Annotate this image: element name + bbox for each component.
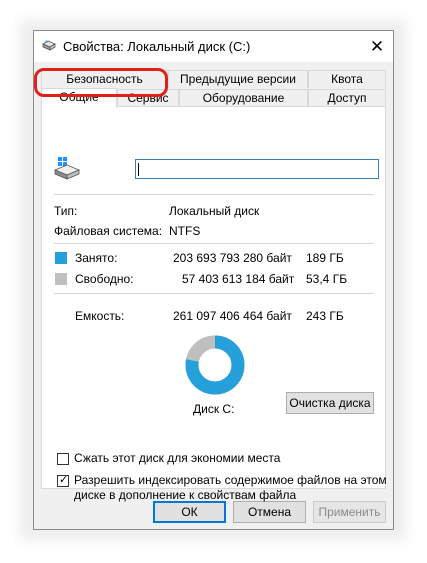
window-title: Свойства: Локальный диск (C:) [63,39,251,54]
compress-checkbox[interactable] [57,453,69,465]
disk-usage-donut [185,335,245,395]
title-bar: Свойства: Локальный диск (C:) ✕ [34,31,393,62]
tab-quota-label: Квота [331,72,363,86]
divider [54,194,374,195]
capacity-size: 243 ГБ [306,309,344,323]
tab-sharing-label: Доступ [327,91,367,105]
tab-previous-versions-label: Предыдущие версии [180,72,296,86]
text-caret [138,163,139,176]
tab-general-label: Общие [59,90,99,104]
type-label: Тип: [54,204,78,218]
cancel-button[interactable]: Отмена [233,501,306,523]
tab-sharing[interactable]: Доступ [308,89,386,107]
capacity-bytes: 261 097 406 464 байт [173,309,292,323]
divider [54,243,374,244]
tab-quota[interactable]: Квота [308,70,386,88]
tab-general[interactable]: Общие [41,88,117,108]
disk-label: Диск C: [193,402,235,416]
free-space-label: Свободно: [75,272,134,286]
close-button[interactable]: ✕ [361,31,393,62]
ok-button[interactable]: ОК [153,501,226,523]
tab-previous-versions[interactable]: Предыдущие версии [168,70,308,88]
free-space-bytes: 57 403 613 184 байт [182,272,295,286]
filesystem-value: NTFS [169,224,201,238]
disk-drive-icon [54,157,80,180]
divider [54,293,374,294]
compress-label: Сжать этот диск для экономии места [74,451,281,465]
close-icon: ✕ [369,36,385,56]
tab-security[interactable]: Безопасность [41,70,168,88]
type-value: Локальный диск [169,204,260,218]
properties-dialog: Свойства: Локальный диск (C:) ✕ Безопасн… [33,30,394,530]
checkmark-icon: ✓ [59,474,69,486]
used-space-bytes: 203 693 793 280 байт [173,251,292,265]
tab-security-label: Безопасность [66,72,143,86]
used-space-swatch [55,252,67,264]
general-tab-panel: Тип: Локальный диск Файловая система: NT… [41,106,387,502]
tab-hardware[interactable]: Оборудование [179,89,308,107]
index-label-line2: диске в дополнение к свойствам файла [74,488,297,502]
drive-name-input[interactable] [135,159,379,179]
disk-cleanup-button[interactable]: Очистка диска [286,392,374,414]
free-space-swatch [55,273,67,285]
apply-button[interactable]: Применить [313,501,386,523]
tab-hardware-label: Оборудование [202,91,285,105]
drive-icon [42,40,56,51]
free-space-size: 53,4 ГБ [306,272,348,286]
tab-tools-label: Сервис [127,91,169,105]
used-space-size: 189 ГБ [306,251,344,265]
index-checkbox[interactable]: ✓ [57,474,69,487]
filesystem-label: Файловая система: [54,224,163,238]
index-label-line1: Разрешить индексировать содержимое файло… [74,473,387,487]
tab-tools[interactable]: Сервис [117,89,179,107]
used-space-label: Занято: [75,251,118,265]
capacity-label: Емкость: [75,309,125,323]
